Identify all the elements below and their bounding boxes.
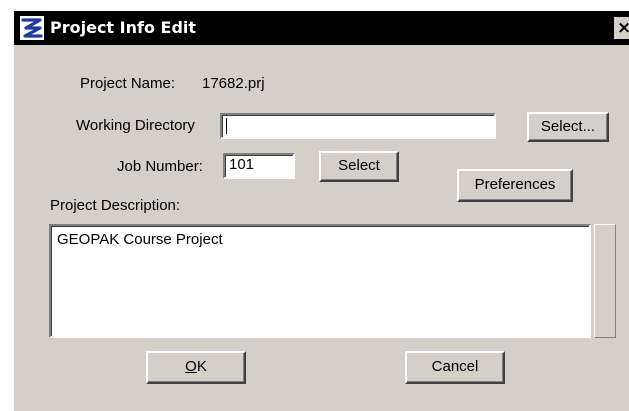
close-button[interactable]: × — [614, 17, 629, 39]
ok-mnemonic: O — [185, 358, 197, 375]
job-number-label: Job Number: — [117, 158, 203, 175]
project-name-label: Project Name: — [80, 75, 176, 92]
job-number-value: 101 — [229, 156, 255, 173]
select-directory-button[interactable]: Select... — [527, 112, 609, 142]
window-title: Project Info Edit — [50, 18, 197, 37]
geopak-logo-icon — [20, 16, 44, 40]
cancel-button[interactable]: Cancel — [405, 351, 505, 384]
working-directory-input[interactable] — [220, 113, 496, 139]
title-bar[interactable]: Project Info Edit × — [14, 11, 629, 45]
select-job-button[interactable]: Select — [319, 151, 399, 182]
job-number-input[interactable]: 101 — [223, 153, 295, 179]
ok-button-label: OK — [185, 353, 207, 381]
ok-button[interactable]: OK — [146, 351, 246, 384]
description-scrollbar[interactable] — [594, 224, 616, 338]
preferences-button[interactable]: Preferences — [457, 169, 573, 202]
project-name-value: 17682.prj — [202, 75, 265, 92]
cancel-button-label: Cancel — [431, 358, 479, 375]
project-description-textarea[interactable]: GEOPAK Course Project — [49, 224, 591, 338]
ok-label-rest: K — [196, 358, 207, 375]
working-directory-label: Working Directory — [76, 117, 195, 134]
close-icon: × — [617, 18, 629, 38]
project-description-label: Project Description: — [50, 197, 181, 214]
project-description-value: GEOPAK Course Project — [57, 231, 223, 248]
project-info-dialog: Project Info Edit × Project Name: 17682.… — [12, 9, 629, 411]
select-directory-button-label: Select... — [540, 118, 596, 135]
text-caret — [226, 118, 227, 134]
select-job-button-label: Select — [338, 157, 380, 174]
preferences-button-label: Preferences — [474, 176, 556, 193]
